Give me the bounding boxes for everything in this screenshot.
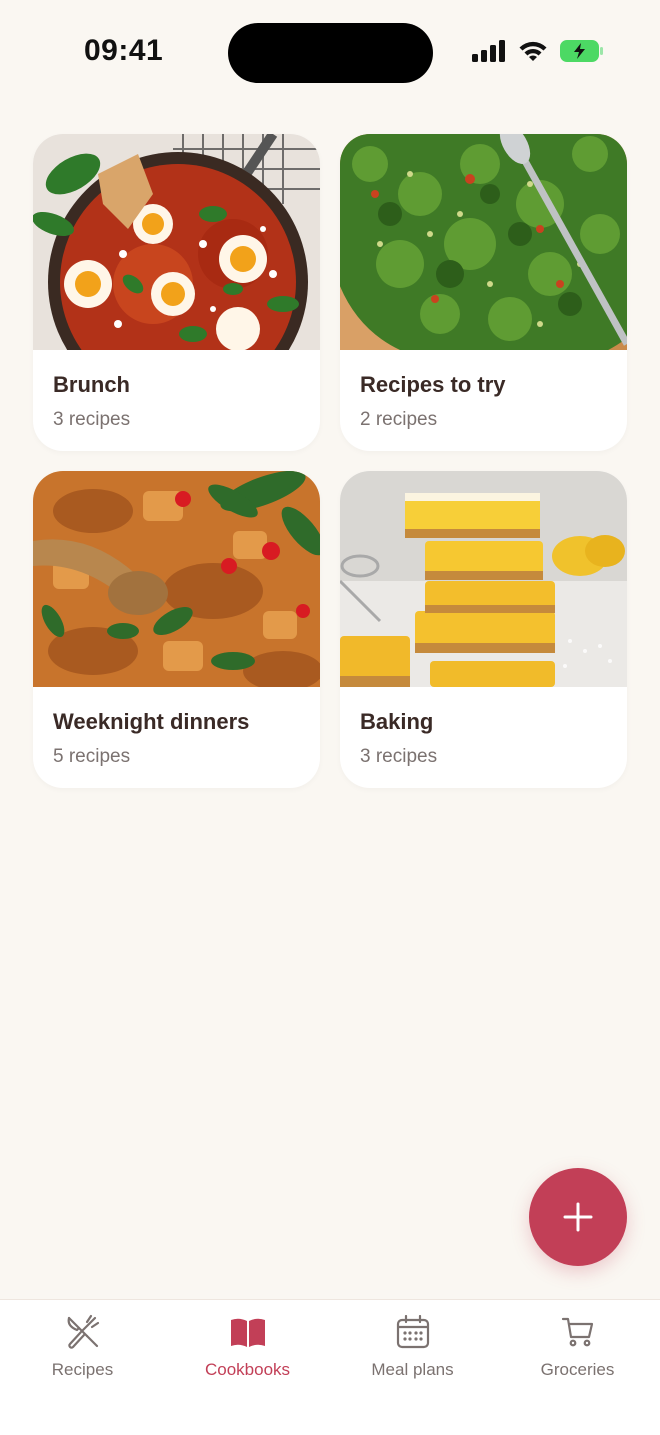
tab-cookbooks[interactable]: Cookbooks bbox=[165, 1314, 330, 1384]
tab-bar: Recipes Cookbooks Meal plans Groceries bbox=[0, 1299, 660, 1435]
cookbook-card-weeknight-dinners[interactable]: Weeknight dinners 5 recipes bbox=[33, 471, 320, 788]
cookbook-count: 5 recipes bbox=[53, 746, 131, 767]
status-icons bbox=[472, 40, 604, 62]
cookbook-title: Baking bbox=[360, 709, 434, 734]
tab-meal-plans[interactable]: Meal plans bbox=[330, 1314, 495, 1384]
shakshuka-photo bbox=[33, 134, 320, 350]
cookbook-title: Recipes to try bbox=[360, 372, 506, 397]
calendar-icon bbox=[396, 1315, 429, 1349]
tabbouleh-photo bbox=[340, 134, 627, 350]
plus-icon bbox=[563, 1202, 593, 1232]
cookbook-count: 2 recipes bbox=[360, 409, 438, 430]
curry-photo bbox=[33, 471, 320, 687]
tab-label: Groceries bbox=[540, 1360, 615, 1379]
add-cookbook-button[interactable] bbox=[529, 1168, 627, 1266]
cookbook-count: 3 recipes bbox=[360, 746, 438, 767]
battery-icon bbox=[560, 40, 603, 62]
cookbook-card-brunch[interactable]: Brunch 3 recipes bbox=[33, 134, 320, 451]
utensils-icon bbox=[67, 1314, 99, 1349]
lemon-bars-photo bbox=[340, 471, 627, 687]
tab-label: Cookbooks bbox=[204, 1360, 291, 1379]
book-icon bbox=[230, 1318, 265, 1347]
cart-icon bbox=[561, 1317, 593, 1347]
wifi-icon bbox=[519, 41, 547, 61]
signal-icon bbox=[472, 40, 505, 62]
cookbook-title: Brunch bbox=[53, 372, 130, 397]
tab-recipes[interactable]: Recipes bbox=[0, 1314, 165, 1384]
tab-groceries[interactable]: Groceries bbox=[495, 1314, 660, 1384]
status-time: 09:41 bbox=[84, 34, 164, 67]
cookbook-card-baking[interactable]: Baking 3 recipes bbox=[340, 471, 627, 788]
cookbook-count: 3 recipes bbox=[53, 409, 131, 430]
tab-label: Recipes bbox=[51, 1360, 114, 1379]
tab-label: Meal plans bbox=[371, 1360, 454, 1379]
dynamic-island bbox=[228, 23, 433, 83]
cookbook-title: Weeknight dinners bbox=[53, 709, 250, 734]
status-bar: 09:41 bbox=[0, 0, 660, 110]
cookbook-card-recipes-to-try[interactable]: Recipes to try 2 recipes bbox=[340, 134, 627, 451]
